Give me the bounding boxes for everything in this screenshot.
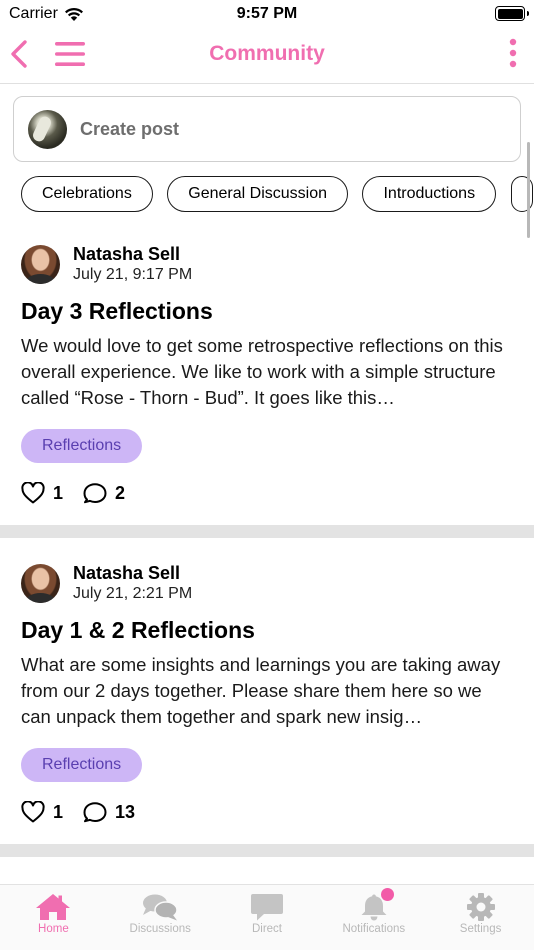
create-post-label: Create post — [80, 118, 180, 139]
post-author[interactable]: Natasha Sell July 21, 9:17 PM — [21, 244, 192, 285]
post-stats: 1 13 — [21, 801, 155, 823]
tab-discussions[interactable]: Discussions — [107, 885, 214, 950]
comment-button[interactable]: 2 — [83, 482, 125, 504]
heart-icon — [21, 801, 45, 823]
home-icon — [36, 894, 71, 920]
more-vertical-icon[interactable] — [508, 38, 518, 68]
create-post-box[interactable]: Create post — [13, 96, 521, 162]
post-author[interactable]: Natasha Sell July 21, 2:21 PM — [21, 563, 192, 604]
chip-general-discussion[interactable]: General Discussion — [167, 176, 349, 212]
chip-celebrations[interactable]: Celebrations — [21, 176, 153, 212]
comment-icon — [83, 483, 107, 504]
tab-bar: Home Discussions Direct Notifications Se… — [0, 884, 534, 950]
status-bar: Carrier 9:57 PM — [0, 0, 534, 30]
tab-notifications[interactable]: Notifications — [320, 885, 427, 950]
direct-message-icon — [250, 894, 283, 921]
author-avatar — [21, 245, 60, 284]
like-button[interactable]: 1 — [21, 801, 63, 823]
tab-label: Settings — [459, 923, 502, 935]
tab-settings[interactable]: Settings — [427, 885, 534, 950]
like-count: 1 — [53, 482, 64, 503]
tab-label: Notifications — [342, 923, 406, 935]
notification-badge — [381, 888, 395, 901]
tab-label: Home — [38, 923, 69, 935]
post-title: Day 3 Reflections — [21, 298, 213, 324]
author-avatar — [21, 564, 60, 603]
like-button[interactable]: 1 — [21, 482, 63, 504]
comment-button[interactable]: 13 — [83, 801, 135, 823]
post-body: What are some insights and learnings you… — [21, 654, 501, 727]
category-chips: Celebrations General Discussion Introduc… — [21, 176, 534, 212]
tab-label: Discussions — [129, 923, 191, 935]
status-time: 9:57 PM — [236, 5, 298, 22]
author-name: Natasha Sell — [73, 563, 181, 583]
like-count: 1 — [53, 801, 64, 822]
tab-direct[interactable]: Direct — [214, 885, 321, 950]
tab-home[interactable]: Home — [0, 885, 107, 950]
comment-icon — [83, 802, 107, 823]
tab-label: Direct — [251, 923, 282, 935]
post-title: Day 1 & 2 Reflections — [21, 617, 255, 643]
post-separator — [0, 525, 534, 538]
post-stats: 1 2 — [21, 482, 145, 504]
post-date: July 21, 9:17 PM — [73, 266, 193, 283]
post-date: July 21, 2:21 PM — [73, 585, 193, 602]
chip-introductions[interactable]: Introductions — [362, 176, 497, 212]
navigation-bar: Community — [0, 30, 534, 84]
user-avatar — [28, 109, 67, 149]
comment-count: 2 — [115, 482, 126, 503]
battery-icon — [495, 6, 529, 21]
page-title: Community — [209, 42, 325, 65]
gear-icon — [466, 893, 495, 921]
post-body: We would love to get some retrospective … — [21, 335, 503, 408]
author-name: Natasha Sell — [73, 244, 181, 264]
comment-count: 13 — [115, 801, 136, 822]
discussions-icon — [143, 894, 178, 921]
heart-icon — [21, 482, 45, 504]
scroll-indicator[interactable] — [527, 142, 530, 238]
post-separator — [0, 844, 534, 857]
post-tag[interactable]: Reflections — [21, 748, 143, 782]
post-tag[interactable]: Reflections — [21, 429, 143, 463]
